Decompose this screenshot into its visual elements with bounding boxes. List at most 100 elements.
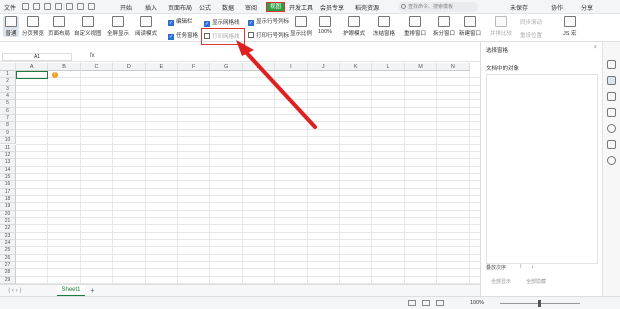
tab-docer[interactable]: 稻壳资源	[355, 3, 379, 12]
row-header[interactable]: 24	[0, 240, 16, 248]
page-layout-button[interactable]: 页面布局	[48, 16, 70, 37]
share-button[interactable]: 分享	[581, 3, 593, 12]
zoom-slider-handle[interactable]	[538, 300, 541, 307]
tab-page-layout[interactable]: 页面布局	[168, 3, 192, 12]
zoom-100-button[interactable]: 100%	[318, 16, 332, 35]
style-icon[interactable]	[607, 60, 616, 69]
save-icon[interactable]	[22, 3, 29, 10]
js-macro-button[interactable]: JS 宏	[563, 16, 576, 37]
column-header[interactable]: I	[275, 63, 308, 71]
show-all-button[interactable]: 全部显示	[491, 278, 511, 285]
row-header[interactable]: 4	[0, 93, 16, 101]
export-icon[interactable]	[33, 3, 40, 10]
redo-icon[interactable]	[77, 3, 84, 10]
row-header[interactable]: 10	[0, 137, 16, 145]
nav-arrows-icon[interactable]: ⟨ ‹ › ⟩	[8, 287, 22, 294]
column-header[interactable]: N	[437, 63, 470, 71]
row-header[interactable]: 17	[0, 188, 16, 196]
reset-position-button[interactable]: 重设位置	[520, 31, 542, 39]
menu-file[interactable]: 文件	[4, 3, 16, 12]
column-header[interactable]: E	[145, 63, 178, 71]
reading-mode-button[interactable]: 阅读模式	[135, 16, 157, 37]
show-headers-checkbox[interactable]: ✓ 显示行号列标	[248, 17, 289, 26]
tab-member[interactable]: 会员专享	[320, 3, 344, 12]
hide-all-button[interactable]: 全部隐藏	[526, 278, 546, 285]
close-icon[interactable]: ×	[593, 45, 597, 51]
print-icon[interactable]	[44, 3, 51, 10]
row-header[interactable]: 23	[0, 232, 16, 241]
column-header[interactable]: F	[178, 63, 211, 71]
row-header[interactable]: 16	[0, 181, 16, 189]
row-header[interactable]: 18	[0, 195, 16, 204]
page-break-button[interactable]: 分页预览	[22, 16, 44, 37]
rearrange-button[interactable]: 重排窗口	[404, 16, 426, 37]
name-box[interactable]: A1	[2, 53, 72, 61]
tab-formula[interactable]: 公式	[199, 3, 211, 12]
row-header[interactable]: 26	[0, 254, 16, 263]
zoom-level[interactable]: 100%	[470, 300, 484, 306]
search-input[interactable]: 查找命令、搜索模板	[398, 2, 478, 12]
show-grid-checkbox[interactable]: ✓ 显示网格线	[204, 18, 240, 27]
fullscreen-button[interactable]: 全屏显示	[107, 16, 129, 37]
column-header[interactable]: A	[16, 63, 49, 71]
row-header[interactable]: 8	[0, 122, 16, 130]
add-sheet-button[interactable]: +	[90, 286, 95, 295]
split-window-button[interactable]: 拆分窗口	[433, 16, 455, 37]
undo-icon[interactable]	[66, 3, 73, 10]
sheet-tab[interactable]: Sheet1	[57, 285, 85, 296]
more-icon[interactable]	[88, 3, 95, 10]
backup-icon[interactable]	[607, 140, 616, 149]
column-header[interactable]: B	[48, 63, 81, 71]
edit-bar-checkbox[interactable]: ✓ 编辑栏	[168, 17, 193, 26]
tab-insert[interactable]: 插入	[145, 3, 157, 12]
column-header[interactable]: L	[372, 63, 405, 71]
row-header[interactable]: 20	[0, 210, 16, 218]
zoom-button[interactable]: 显示比例	[290, 16, 312, 37]
sync-scroll-button[interactable]: 同步滚动	[520, 18, 542, 26]
tab-data[interactable]: 数据	[222, 3, 234, 12]
cursor-icon[interactable]	[607, 76, 616, 85]
row-header[interactable]: 5	[0, 100, 16, 108]
freeze-panes-button[interactable]: 冻结窗格	[373, 16, 395, 37]
selected-cell[interactable]	[16, 71, 48, 79]
tab-developer[interactable]: 开发工具	[289, 3, 313, 12]
row-header[interactable]: 14	[0, 166, 16, 174]
normal-view-button[interactable]: 普通	[3, 16, 19, 37]
eye-mode-button[interactable]: 护眼模式	[343, 16, 365, 37]
move-up-icon[interactable]: ↑	[519, 264, 522, 270]
row-header[interactable]: 29	[0, 276, 16, 284]
column-header[interactable]: D	[113, 63, 146, 71]
row-header[interactable]: 3	[0, 85, 16, 94]
row-header[interactable]: 7	[0, 115, 16, 123]
settings-icon[interactable]	[607, 108, 616, 117]
row-header[interactable]: 21	[0, 218, 16, 226]
tab-view[interactable]: 视图	[266, 2, 285, 12]
row-header[interactable]: 22	[0, 225, 16, 233]
spreadsheet-grid[interactable]: A B C D E F G H I J K L M N 1 2 3 4 5 6 7 8 9 10 11 12 13 14 15 16 17 1…	[0, 63, 480, 284]
row-header[interactable]: 6	[0, 107, 16, 116]
row-header[interactable]: 25	[0, 247, 16, 255]
row-header[interactable]: 2	[0, 78, 16, 86]
view-break-icon[interactable]	[436, 300, 444, 306]
object-list[interactable]	[486, 74, 598, 264]
column-header[interactable]: G	[210, 63, 243, 71]
collab-button[interactable]: 协作	[551, 3, 563, 12]
column-header[interactable]: M	[404, 63, 438, 71]
row-header[interactable]: 11	[0, 144, 16, 152]
fx-icon[interactable]: fx	[90, 53, 95, 59]
print-headers-checkbox[interactable]: 打印行号列标	[248, 31, 289, 39]
help-icon[interactable]	[607, 124, 616, 133]
side-by-side-button[interactable]: 并排比较	[490, 16, 512, 37]
column-header[interactable]: J	[307, 63, 340, 71]
column-header[interactable]: H	[242, 63, 276, 71]
view-layout-icon[interactable]	[422, 300, 430, 306]
sync-status[interactable]: 未保存	[510, 3, 528, 12]
row-header[interactable]: 27	[0, 262, 16, 270]
preview-icon[interactable]	[55, 3, 62, 10]
task-pane-checkbox[interactable]: ✓ 任务窗格	[168, 31, 198, 40]
custom-view-button[interactable]: 自定义视图	[74, 16, 102, 37]
column-header[interactable]: K	[340, 63, 373, 71]
tab-home[interactable]: 开始	[120, 3, 132, 12]
warning-icon[interactable]: !	[52, 72, 58, 78]
column-header[interactable]: C	[80, 63, 114, 71]
